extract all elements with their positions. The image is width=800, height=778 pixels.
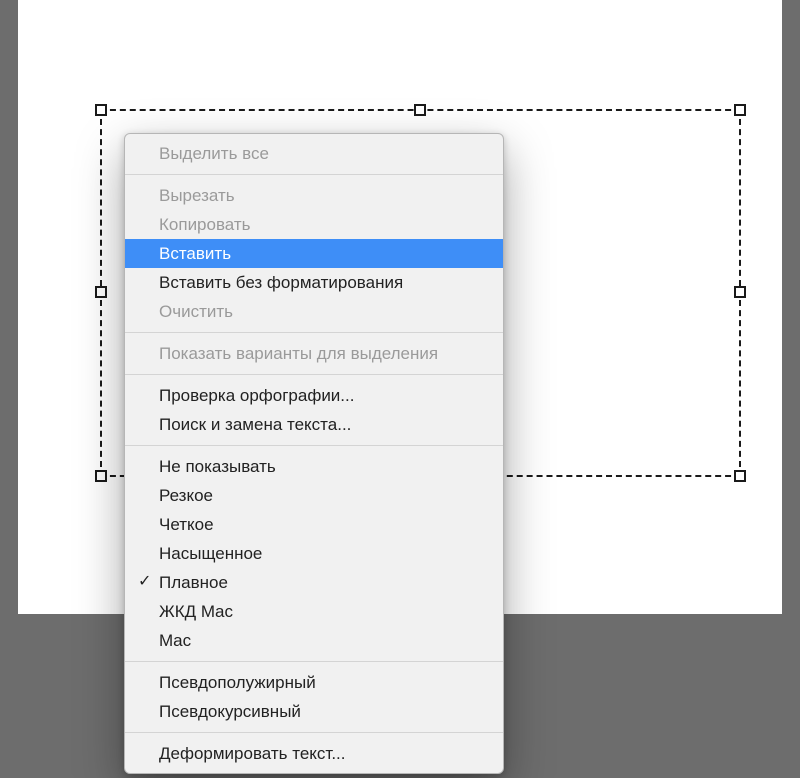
menu-item[interactable]: Не показывать (125, 452, 503, 481)
menu-item-label: Копировать (159, 215, 251, 234)
menu-item-label: Четкое (159, 515, 214, 534)
menu-item: Показать варианты для выделения (125, 339, 503, 368)
menu-separator (125, 332, 503, 333)
menu-item[interactable]: Поиск и замена текста... (125, 410, 503, 439)
check-icon: ✓ (138, 574, 151, 590)
resize-handle-top-right[interactable] (734, 104, 746, 116)
resize-handle-middle-left[interactable] (95, 286, 107, 298)
menu-separator (125, 374, 503, 375)
menu-item[interactable]: Резкое (125, 481, 503, 510)
menu-item-label: Деформировать текст... (159, 744, 346, 763)
menu-item: Очистить (125, 297, 503, 326)
menu-item[interactable]: ✓ Плавное (125, 568, 503, 597)
menu-separator (125, 174, 503, 175)
menu-item-label: Очистить (159, 302, 233, 321)
menu-item[interactable]: Проверка орфографии... (125, 381, 503, 410)
menu-item-label: Не показывать (159, 457, 276, 476)
menu-item-label: Вставить (159, 244, 231, 263)
menu-item: Вырезать (125, 181, 503, 210)
menu-item[interactable]: Насыщенное (125, 539, 503, 568)
menu-item[interactable]: Вставить (125, 239, 503, 268)
menu-item[interactable]: Псевдокурсивный (125, 697, 503, 726)
resize-handle-top-center[interactable] (414, 104, 426, 116)
menu-item-label: Псевдокурсивный (159, 702, 301, 721)
menu-item-label: Плавное (159, 573, 228, 592)
menu-item[interactable]: Вставить без форматирования (125, 268, 503, 297)
menu-item-label: Насыщенное (159, 544, 262, 563)
menu-item-label: Резкое (159, 486, 213, 505)
menu-item[interactable]: Псевдополужирный (125, 668, 503, 697)
menu-item-label: ЖКД Mac (159, 602, 233, 621)
menu-item[interactable]: ЖКД Mac (125, 597, 503, 626)
menu-item: Копировать (125, 210, 503, 239)
menu-item-label: Вырезать (159, 186, 235, 205)
menu-item-label: Поиск и замена текста... (159, 415, 351, 434)
menu-item-label: Проверка орфографии... (159, 386, 354, 405)
resize-handle-bottom-right[interactable] (734, 470, 746, 482)
menu-separator (125, 732, 503, 733)
resize-handle-bottom-left[interactable] (95, 470, 107, 482)
menu-item: Выделить все (125, 139, 503, 168)
menu-item-label: Показать варианты для выделения (159, 344, 438, 363)
menu-item[interactable]: Деформировать текст... (125, 739, 503, 768)
menu-item-label: Mac (159, 631, 191, 650)
menu-separator (125, 445, 503, 446)
menu-item-label: Псевдополужирный (159, 673, 316, 692)
context-menu[interactable]: Выделить все Вырезать Копировать Вставить Вс… (124, 133, 504, 774)
resize-handle-top-left[interactable] (95, 104, 107, 116)
menu-item[interactable]: Четкое (125, 510, 503, 539)
resize-handle-middle-right[interactable] (734, 286, 746, 298)
menu-item-label: Выделить все (159, 144, 269, 163)
menu-separator (125, 661, 503, 662)
menu-item[interactable]: Mac (125, 626, 503, 655)
menu-item-label: Вставить без форматирования (159, 273, 403, 292)
